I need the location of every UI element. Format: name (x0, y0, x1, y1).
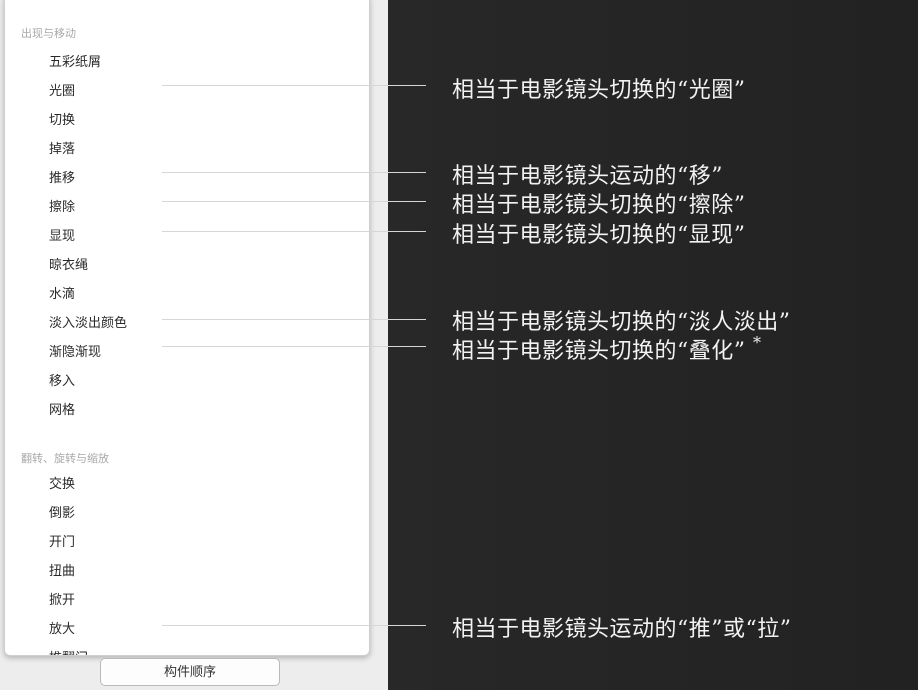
section-header-appear-move: 出现与移动 (21, 27, 76, 40)
transition-effects-panel: 出现与移动 五彩纸屑 光圈 切换 掉落 推移 擦除 显现 晾衣绳 水滴 淡入淡出… (4, 0, 370, 656)
effect-doorway[interactable]: 开门 (49, 531, 75, 550)
effect-move-in[interactable]: 移入 (49, 370, 75, 389)
annotation-push: 相当于电影镜头运动的“移” (452, 164, 723, 189)
effect-iris[interactable]: 光圈 (49, 80, 75, 99)
annotation-zoom: 相当于电影镜头运动的“推”或“拉” (452, 617, 792, 642)
effect-zoom[interactable]: 放大 (49, 618, 75, 637)
effect-twist[interactable]: 扭曲 (49, 560, 75, 579)
connector-line (162, 319, 426, 320)
connector-line (162, 625, 426, 626)
annotation-dissolve-text: 相当于电影镜头切换的“叠化” (452, 339, 746, 364)
asterisk-mark: * (753, 333, 762, 352)
connector-line (162, 201, 426, 202)
annotation-fade: 相当于电影镜头切换的“淡人淡出” (452, 310, 791, 335)
effect-confetti[interactable]: 五彩纸屑 (49, 51, 101, 70)
effect-clothesline[interactable]: 晾衣绳 (49, 254, 88, 273)
effect-wipe[interactable]: 擦除 (49, 196, 75, 215)
connector-line (162, 346, 426, 347)
effect-peel[interactable]: 掀开 (49, 589, 75, 608)
effect-grid[interactable]: 网格 (49, 399, 75, 418)
annotation-wipe: 相当于电影镜头切换的“擦除” (452, 193, 746, 218)
annotation-dissolve: 相当于电影镜头切换的“叠化” * (452, 333, 762, 365)
effect-switch[interactable]: 切换 (49, 109, 75, 128)
effect-push[interactable]: 推移 (49, 167, 75, 186)
effect-reveal[interactable]: 显现 (49, 225, 75, 244)
effect-droplet[interactable]: 水滴 (49, 283, 75, 302)
annotation-reveal: 相当于电影镜头切换的“显现” (452, 223, 746, 248)
connector-line (162, 231, 426, 232)
effect-dissolve[interactable]: 渐隐渐现 (49, 341, 101, 360)
connector-line (162, 85, 426, 86)
effect-swap[interactable]: 交换 (49, 473, 75, 492)
annotation-iris: 相当于电影镜头切换的“光圈” (452, 78, 746, 103)
effect-fade-through-color[interactable]: 淡入淡出颜色 (49, 312, 127, 331)
build-order-button[interactable]: 构件顺序 (100, 658, 280, 686)
effect-drop[interactable]: 掉落 (49, 138, 75, 157)
connector-line (162, 172, 426, 173)
section-header-flip-rotate-scale: 翻转、旋转与缩放 (21, 452, 109, 465)
effect-flip-door[interactable]: 推翻门 (49, 647, 88, 655)
effect-reflection[interactable]: 倒影 (49, 502, 75, 521)
